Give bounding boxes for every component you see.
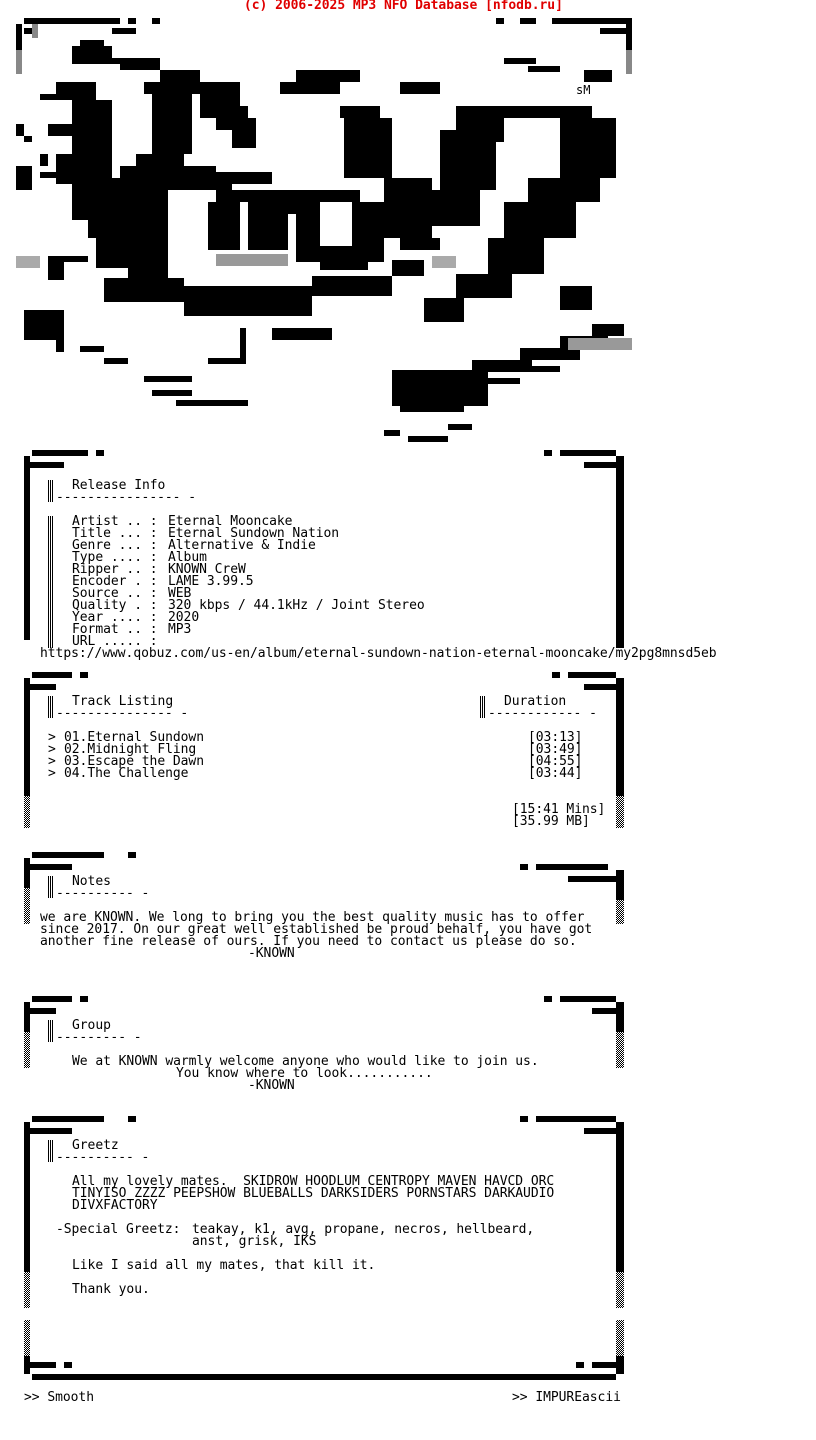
frame-left-tab bbox=[24, 462, 64, 468]
shade-bar bbox=[24, 796, 30, 828]
frame-right bbox=[616, 456, 624, 648]
special-greetz-line: anst, grisk, IKS bbox=[192, 1234, 317, 1249]
frame-top-left bbox=[32, 996, 72, 1002]
shade-bar bbox=[48, 480, 54, 502]
section-underline: ---------------- - bbox=[56, 490, 196, 505]
footer-credit-left: >> Smooth bbox=[24, 1390, 94, 1405]
shade-bar bbox=[24, 1032, 30, 1068]
group-line: You know where to look........... bbox=[176, 1066, 433, 1081]
frame-top-right bbox=[536, 864, 608, 870]
shade-bar bbox=[616, 796, 624, 828]
notes-signature: -KNOWN bbox=[248, 946, 295, 961]
frame-left bbox=[24, 858, 30, 888]
frame-right-tab bbox=[584, 462, 624, 468]
frame-bottom-tab bbox=[24, 1362, 56, 1368]
frame-right bbox=[616, 1122, 624, 1272]
chevron-right-icon: > bbox=[48, 766, 56, 781]
frame-left bbox=[24, 1002, 30, 1032]
field-value-format: MP3 bbox=[168, 622, 192, 637]
shade-bar bbox=[616, 1032, 624, 1068]
frame-right-tab bbox=[592, 1008, 624, 1014]
frame-top-right bbox=[560, 450, 616, 456]
footer-credit-right: >> IMPUREascii bbox=[512, 1390, 621, 1405]
shade-bar bbox=[48, 876, 54, 898]
frame-top-left bbox=[32, 852, 104, 858]
frame-right bbox=[616, 870, 624, 900]
special-greetz-label: -Special Greetz: bbox=[56, 1222, 181, 1237]
frame-top-right bbox=[536, 1116, 616, 1122]
frame-dot bbox=[128, 852, 136, 858]
frame-dot bbox=[544, 996, 552, 1002]
greetz-line: DIVXFACTORY bbox=[72, 1198, 158, 1213]
shade-bar bbox=[24, 1320, 30, 1356]
frame-right bbox=[616, 678, 624, 796]
frame-bottom-tab bbox=[592, 1362, 624, 1368]
section-underline: --------------- - bbox=[56, 706, 189, 721]
frame-dot bbox=[552, 672, 560, 678]
frame-left bbox=[24, 678, 30, 796]
frame-left-tab bbox=[24, 864, 72, 870]
frame-top-left bbox=[32, 450, 88, 456]
release-url-link[interactable]: https://www.qobuz.com/us-en/album/eterna… bbox=[40, 647, 717, 660]
frame-left bbox=[24, 456, 30, 640]
logo-signature: sM bbox=[576, 83, 590, 97]
shade-bar bbox=[48, 696, 54, 718]
frame-dot bbox=[80, 996, 88, 1002]
frame-right-tab bbox=[568, 876, 624, 882]
section-underline: ------------ - bbox=[488, 706, 597, 721]
shade-bar bbox=[24, 1272, 30, 1308]
frame-dot bbox=[576, 1362, 584, 1368]
frame-right-tab bbox=[584, 684, 624, 690]
field-value-quality: 320 kbps / 44.1kHz / Joint Stereo bbox=[168, 598, 425, 613]
greetz-closing: Like I said all my mates, that kill it. bbox=[72, 1258, 376, 1273]
frame-dot bbox=[520, 1116, 528, 1122]
shade-bar bbox=[616, 900, 624, 924]
shade-bar bbox=[480, 696, 486, 718]
frame-dot bbox=[520, 864, 528, 870]
shade-bar bbox=[24, 888, 30, 924]
logo-art bbox=[16, 18, 632, 442]
track-name: 04.The Challenge bbox=[64, 766, 189, 781]
shade-bar bbox=[48, 516, 54, 648]
shade-bar bbox=[616, 1272, 624, 1308]
section-underline: ---------- - bbox=[56, 886, 150, 901]
notes-line: another fine release of ours. If you nee… bbox=[40, 934, 577, 949]
frame-left-tab bbox=[24, 1008, 56, 1014]
frame-dot bbox=[128, 1116, 136, 1122]
frame-top-right bbox=[560, 996, 616, 1002]
group-signature: -KNOWN bbox=[248, 1078, 295, 1093]
frame-right-tab bbox=[584, 1128, 624, 1134]
frame-dot bbox=[80, 672, 88, 678]
frame-bottom bbox=[32, 1374, 616, 1380]
section-underline: --------- - bbox=[56, 1030, 142, 1045]
frame-dot bbox=[544, 450, 552, 456]
frame-dot bbox=[64, 1362, 72, 1368]
frame-top-left bbox=[32, 1116, 104, 1122]
shade-bar bbox=[48, 1140, 54, 1162]
frame-dot bbox=[96, 450, 104, 456]
shade-bar bbox=[616, 1320, 624, 1356]
section-underline: ---------- - bbox=[56, 1150, 150, 1165]
greetz-thanks: Thank you. bbox=[72, 1282, 150, 1297]
frame-left-tab bbox=[24, 684, 56, 690]
track-duration: [03:44] bbox=[528, 766, 583, 781]
total-size: [35.99 MB] bbox=[512, 814, 590, 829]
known-ascii-logo: sM bbox=[16, 18, 632, 442]
frame-left bbox=[24, 1122, 30, 1272]
frame-right bbox=[616, 1002, 624, 1032]
frame-left-tab bbox=[24, 1128, 72, 1134]
frame-top-left bbox=[32, 672, 72, 678]
frame-top-right bbox=[568, 672, 616, 678]
shade-bar bbox=[48, 1020, 54, 1042]
